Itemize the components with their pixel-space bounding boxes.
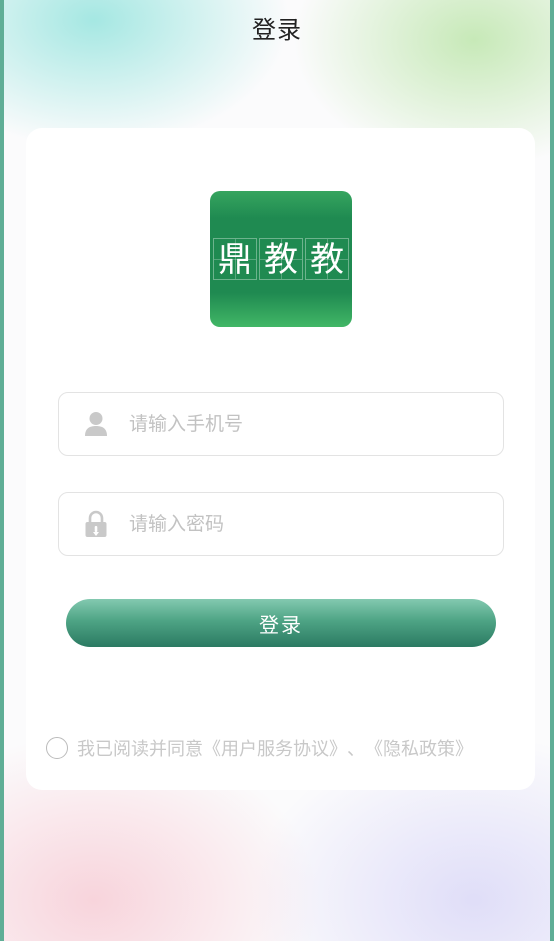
logo-char: 教 [305,238,349,280]
password-input[interactable] [129,513,449,535]
login-button[interactable]: 登录 [66,599,496,647]
page-title: 登录 [252,16,302,44]
logo-chars: 鼎 教 教 [213,238,349,280]
phone-input[interactable] [129,413,449,435]
logo-char: 教 [259,238,303,280]
lock-icon [83,510,109,538]
agreement-separator: 、 [347,739,365,760]
agreement-checkbox[interactable] [46,737,68,759]
user-icon [83,410,109,438]
app-logo: 鼎 教 教 [210,191,352,327]
password-field[interactable] [58,492,504,556]
app-frame: 登录 鼎 教 教 请输入手机号 登录 我已阅读并同意 《用户服务协议》 、 《隐… [0,0,554,941]
login-card: 鼎 教 教 请输入手机号 登录 我已阅读并同意 《用户服务协议》 、 《隐私政策… [26,128,535,790]
agreement-prefix: 我已阅读并同意 [77,739,203,760]
service-agreement-link[interactable]: 《用户服务协议》 [203,735,347,761]
agreement-row: 我已阅读并同意 《用户服务协议》 、 《隐私政策》 [46,735,473,761]
phone-field[interactable] [58,392,504,456]
privacy-policy-link[interactable]: 《隐私政策》 [365,735,473,761]
logo-char: 鼎 [213,238,257,280]
